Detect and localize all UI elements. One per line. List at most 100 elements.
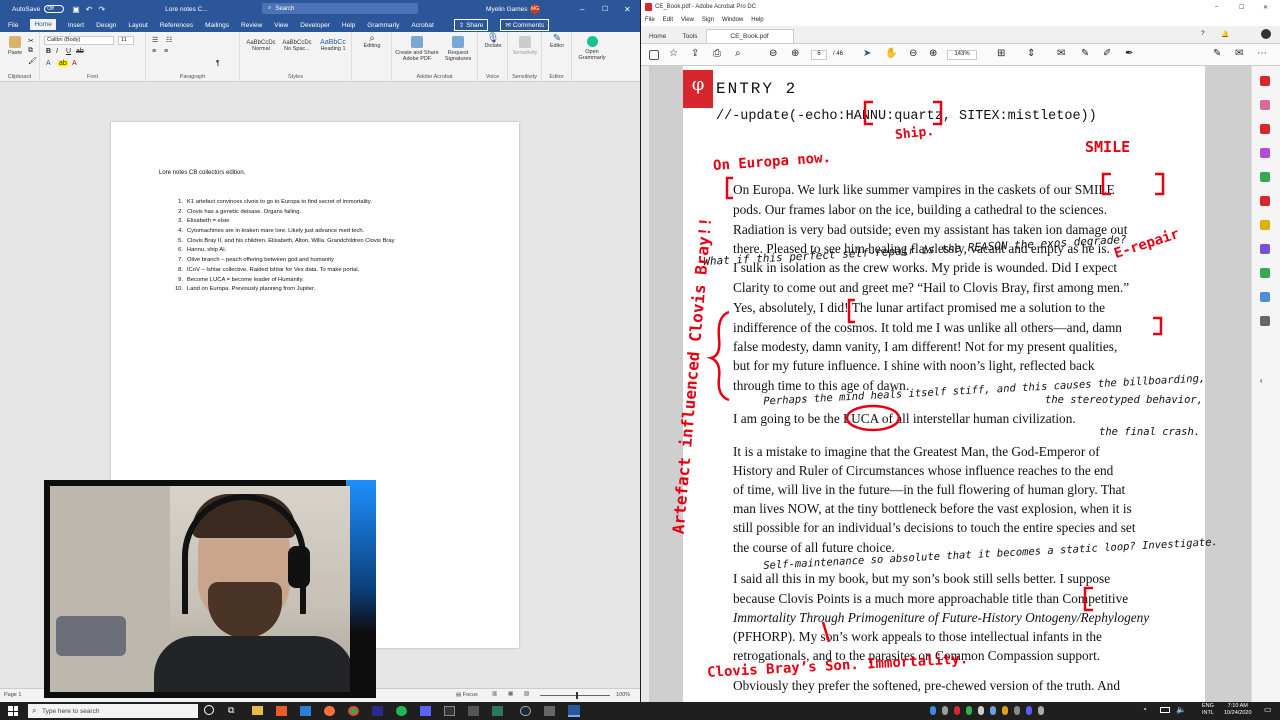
create-pdf-icon[interactable] (1260, 124, 1270, 134)
tray-icon[interactable] (978, 706, 984, 715)
undo-icon[interactable]: ↶ (86, 5, 93, 14)
app-icon[interactable] (492, 706, 503, 716)
tab-mailings[interactable]: Mailings (205, 22, 229, 29)
tray-icon[interactable] (966, 706, 972, 715)
file-explorer-icon[interactable] (252, 706, 263, 715)
combine-files-icon[interactable] (1260, 148, 1270, 158)
tray-icon[interactable] (1002, 706, 1008, 715)
menu-help[interactable]: Help (751, 17, 763, 23)
save-icon[interactable] (649, 50, 659, 60)
chrome-icon[interactable] (348, 706, 359, 716)
highlight-pen-icon[interactable]: ✎ (1081, 48, 1089, 59)
comment-icon[interactable]: ✉ (1057, 48, 1065, 59)
close-icon[interactable]: ✕ (1263, 4, 1268, 11)
tab-view[interactable]: View (274, 22, 288, 29)
web-layout-icon[interactable]: ▧ (524, 691, 529, 697)
editing-button[interactable]: ⌕ Editing (358, 34, 386, 50)
sensitivity-button[interactable]: Sensitivity (510, 36, 540, 56)
maximize-icon[interactable]: ☐ (1239, 4, 1244, 11)
font-color-icon[interactable]: A (72, 60, 77, 67)
menu-file[interactable]: File (645, 17, 655, 23)
style-no-spacing[interactable]: AaBbCcDc No Spac... (280, 40, 314, 52)
app-icon[interactable] (372, 706, 383, 716)
tab-references[interactable]: References (160, 22, 193, 29)
redo-icon[interactable]: ↷ (98, 5, 105, 14)
notifications-icon[interactable]: ▭ (1264, 705, 1272, 714)
steam-icon[interactable] (520, 706, 531, 716)
tab-developer[interactable]: Developer (300, 22, 330, 29)
read-mode-icon[interactable]: ▥ (492, 691, 497, 697)
maximize-icon[interactable]: ☐ (602, 5, 608, 13)
create-share-pdf-button[interactable]: Create and Share Adobe PDF (394, 36, 440, 62)
zoom-in-icon[interactable]: ⊕ (929, 48, 937, 59)
tab-document[interactable]: CE_Book.pdf (705, 29, 794, 43)
fill-sign-icon[interactable]: ✒ (1125, 48, 1133, 59)
minimize-icon[interactable]: – (1215, 4, 1218, 10)
comments-button[interactable]: ✉ Comments (500, 19, 550, 31)
select-cursor-icon[interactable]: ➤ (863, 48, 871, 59)
highlight-icon[interactable]: ab (58, 60, 68, 67)
pdf-viewport[interactable]: φ ENTRY 2 //-update(-echo:HANNU:quartz, … (649, 66, 1261, 702)
cortana-icon[interactable] (204, 705, 214, 715)
tray-icon[interactable] (954, 706, 960, 715)
protect-icon[interactable] (1260, 292, 1270, 302)
zoom-slider[interactable] (540, 692, 610, 699)
underline-icon[interactable]: U (66, 48, 71, 55)
task-view-icon[interactable]: ⧉ (228, 705, 234, 716)
style-normal[interactable]: AaBbCcDc Normal (244, 40, 278, 52)
export-pdf-icon[interactable] (1260, 76, 1270, 86)
search-icon[interactable]: ⌕ (735, 48, 741, 59)
battery-icon[interactable] (1160, 707, 1170, 713)
avatar[interactable]: MG (530, 4, 540, 14)
tray-icon[interactable] (1014, 706, 1020, 715)
print-layout-icon[interactable]: ▦ (508, 691, 513, 697)
comment-tool-icon[interactable] (1260, 220, 1270, 230)
wifi-icon[interactable]: ◔ (1142, 705, 1147, 714)
zoom-out-icon[interactable]: ⊖ (909, 48, 917, 59)
help-icon[interactable]: ? (1201, 30, 1205, 37)
app-icon[interactable] (544, 706, 555, 716)
tab-acrobat[interactable]: Acrobat (411, 22, 433, 29)
bookmark-star-icon[interactable]: ☆ (669, 48, 678, 59)
organize-pages-icon[interactable] (1260, 172, 1270, 182)
clock[interactable]: 7:10 AM 10/24/2020 (1224, 703, 1252, 717)
app-icon[interactable] (468, 706, 479, 716)
tab-insert[interactable]: Insert (68, 22, 84, 29)
zoom-level[interactable]: 100% (616, 692, 630, 698)
bold-icon[interactable]: B (46, 48, 51, 55)
italic-icon[interactable]: I (56, 48, 58, 55)
next-page-icon[interactable]: ⊕ (791, 48, 799, 59)
tray-icon[interactable] (1038, 706, 1044, 715)
menu-window[interactable]: Window (722, 17, 743, 23)
account-icon[interactable] (1261, 29, 1271, 39)
close-icon[interactable]: ✕ (624, 5, 631, 14)
tray-icon[interactable] (942, 706, 948, 715)
tab-grammarly[interactable]: Grammarly (367, 22, 399, 29)
zoom-select[interactable]: 143% (947, 50, 977, 60)
scroll-mode-icon[interactable]: ⇕ (1027, 48, 1035, 59)
app-icon[interactable] (300, 706, 311, 716)
page-indicator[interactable]: Page 1 (4, 692, 21, 698)
dictate-button[interactable]: 🎙 Dictate (480, 34, 506, 50)
tab-review[interactable]: Review (241, 22, 262, 29)
windows-start-icon[interactable] (8, 706, 18, 716)
bullets-icon[interactable]: ☰ (152, 36, 158, 44)
menu-edit[interactable]: Edit (663, 17, 673, 23)
text-effects-icon[interactable]: A (46, 60, 51, 67)
minimize-icon[interactable]: – (580, 5, 584, 14)
font-name-select[interactable]: Calibri (Body) (44, 36, 114, 45)
hand-icon[interactable]: ✋ (885, 48, 897, 59)
collapse-pane-icon[interactable]: ‹ (1260, 376, 1263, 385)
mail-icon[interactable]: ✉ (1235, 48, 1243, 59)
copy-icon[interactable]: ⧉ (28, 47, 33, 55)
send-review-icon[interactable] (1260, 196, 1270, 206)
save-icon[interactable]: ▣ (72, 5, 80, 14)
upload-icon[interactable]: ⇪ (691, 48, 699, 59)
autosave-toggle[interactable]: Off (44, 5, 65, 13)
taskbar-search[interactable]: ⌕ Type here to search (28, 704, 198, 718)
tray-icon[interactable] (990, 706, 996, 715)
font-size-select[interactable]: 11 (118, 36, 134, 45)
align-center-icon[interactable]: ≡ (164, 48, 168, 55)
share-button[interactable]: ⇪ Share (453, 19, 489, 31)
word-taskbar-icon[interactable] (568, 705, 580, 717)
